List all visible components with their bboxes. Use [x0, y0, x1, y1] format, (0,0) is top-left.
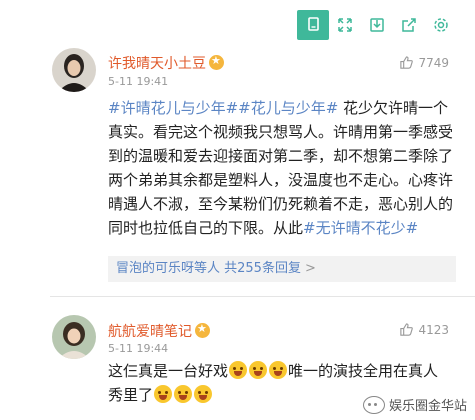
- copy-icon: [308, 17, 319, 31]
- member-badge-icon: [195, 322, 210, 338]
- thumbs-up-icon: [400, 56, 414, 69]
- hashtag[interactable]: #花儿与少年#: [238, 99, 338, 117]
- save-button[interactable]: [361, 10, 393, 40]
- wechat-icon: [362, 395, 385, 414]
- member-badge-icon: [209, 54, 224, 70]
- comment-text: #许晴花儿与少年##花儿与少年# 花少欠许晴一个真实。看完这个视频我只想骂人。许…: [108, 99, 454, 237]
- comment-time: 5-11 19:41: [108, 75, 169, 88]
- username[interactable]: 许我晴天小土豆: [108, 53, 224, 73]
- expand-button[interactable]: [329, 10, 361, 40]
- thumbs-up-icon: [400, 323, 414, 336]
- like-button[interactable]: 7749: [399, 55, 449, 70]
- avatar[interactable]: [52, 48, 96, 92]
- username[interactable]: 航航爱晴笔记: [108, 321, 210, 341]
- comment-time: 5-11 19:44: [108, 342, 169, 355]
- save-icon: [370, 18, 384, 32]
- avatar[interactable]: [52, 315, 96, 359]
- laughing-emoji-icon: [154, 385, 173, 403]
- like-button[interactable]: 4123: [399, 322, 449, 337]
- expand-icon: [338, 18, 352, 32]
- watermark: 娱乐圈金华站: [362, 395, 467, 414]
- settings-button[interactable]: [425, 10, 457, 40]
- laughing-emoji-icon: [174, 385, 193, 403]
- divider: [50, 296, 475, 297]
- laughing-emoji-icon: [269, 361, 288, 379]
- settings-icon: [434, 18, 448, 32]
- replies-summary[interactable]: 冒泡的可乐呀等人 共255条回复 >: [108, 256, 456, 282]
- hashtag[interactable]: #无许晴不花少#: [303, 219, 418, 237]
- laughing-emoji-icon: [229, 361, 248, 379]
- copy-button[interactable]: [297, 10, 329, 40]
- laughing-emoji-icon: [249, 361, 268, 379]
- chevron-right-icon: >: [304, 261, 316, 276]
- share-button[interactable]: [393, 10, 425, 40]
- laughing-emoji-icon: [194, 385, 213, 403]
- like-count: 4123: [418, 322, 449, 337]
- hashtag[interactable]: #许晴花儿与少年#: [108, 99, 238, 117]
- image-toolbar: [297, 10, 457, 40]
- like-count: 7749: [418, 55, 449, 70]
- share-icon: [402, 18, 416, 32]
